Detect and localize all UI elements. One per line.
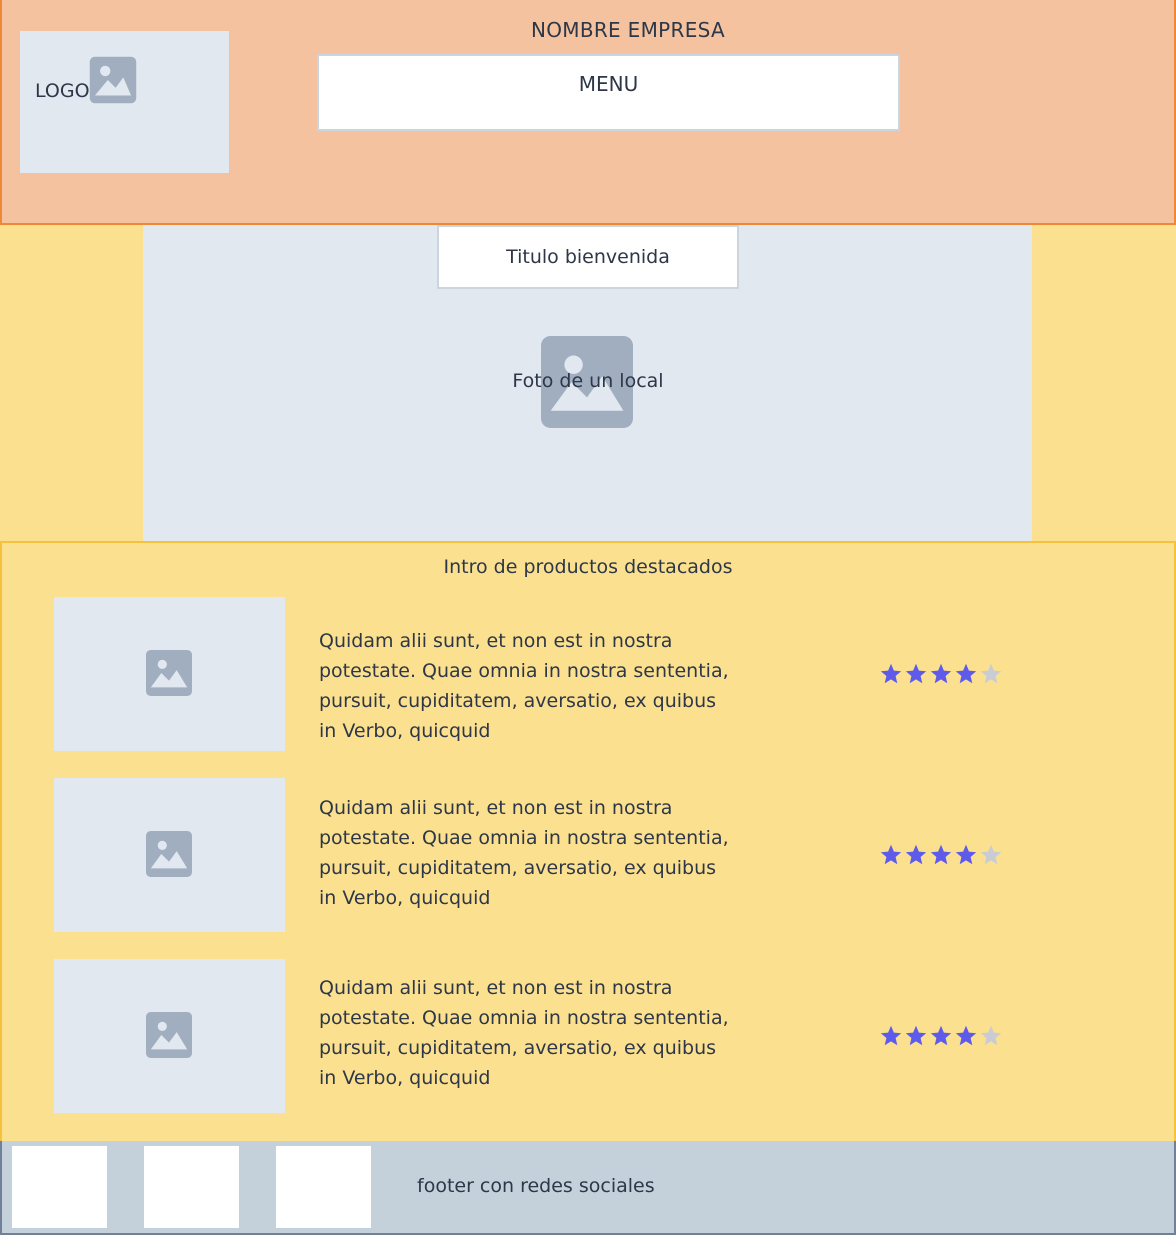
- star-filled-icon: [954, 843, 979, 867]
- product-description: Quidam alii sunt, et non est in nostra p…: [319, 977, 729, 1089]
- star-filled-icon: [929, 1024, 954, 1048]
- product-image-placeholder[interactable]: [54, 778, 285, 932]
- main-menu[interactable]: MENU: [317, 54, 900, 131]
- social-link-1[interactable]: [12, 1146, 107, 1228]
- product-rating: [879, 843, 1004, 867]
- footer-text: footer con redes sociales: [417, 1175, 655, 1197]
- star-filled-icon: [879, 662, 904, 686]
- star-filled-icon: [954, 1024, 979, 1048]
- product-rating: [879, 1024, 1004, 1048]
- star-empty-icon: [979, 1024, 1004, 1048]
- image-icon: [146, 650, 192, 700]
- product-description: Quidam alii sunt, et non est in nostra p…: [319, 630, 729, 742]
- product-rating: [879, 662, 1004, 686]
- image-icon: [146, 1012, 192, 1062]
- logo-label: LOGO: [35, 80, 90, 102]
- featured-products-title: Intro de productos destacados: [443, 556, 733, 578]
- product-image-placeholder[interactable]: [54, 597, 285, 751]
- star-empty-icon: [979, 843, 1004, 867]
- star-filled-icon: [879, 843, 904, 867]
- star-filled-icon: [904, 1024, 929, 1048]
- product-description: Quidam alii sunt, et non est in nostra p…: [319, 797, 729, 909]
- star-filled-icon: [904, 843, 929, 867]
- image-icon: [82, 49, 144, 115]
- star-filled-icon: [929, 662, 954, 686]
- star-filled-icon: [929, 843, 954, 867]
- hero-photo-label: Foto de un local: [512, 370, 664, 392]
- star-filled-icon: [904, 662, 929, 686]
- welcome-title: Titulo bienvenida: [437, 225, 739, 289]
- social-link-3[interactable]: [276, 1146, 371, 1228]
- product-image-placeholder[interactable]: [54, 959, 285, 1113]
- star-empty-icon: [979, 662, 1004, 686]
- star-filled-icon: [954, 662, 979, 686]
- star-filled-icon: [879, 1024, 904, 1048]
- social-link-2[interactable]: [144, 1146, 239, 1228]
- image-icon: [146, 831, 192, 881]
